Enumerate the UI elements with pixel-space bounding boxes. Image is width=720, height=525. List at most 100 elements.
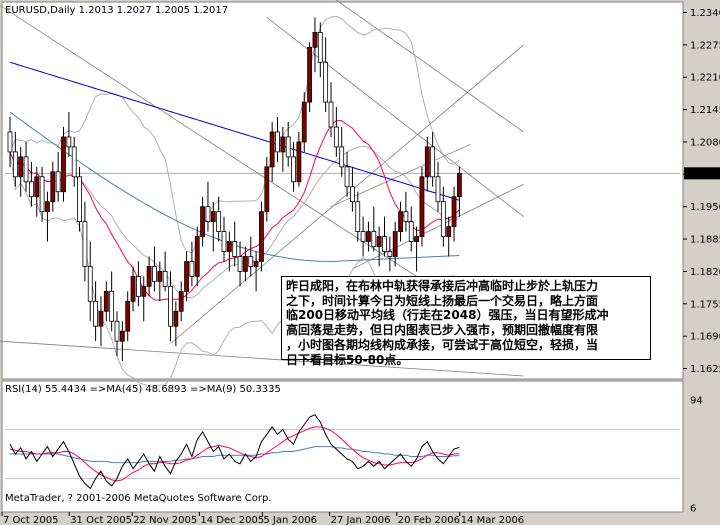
candle-body — [424, 146, 430, 178]
time-tick-label: 31 Oct 2005 — [70, 515, 132, 525]
candle-body — [146, 266, 152, 287]
candle-body — [152, 266, 157, 282]
annotation-line: 之下，时间计算今日为短线上扬最后一个交易日，略上方面 — [286, 293, 599, 308]
candle-body — [371, 231, 377, 247]
candle-body — [285, 136, 291, 158]
candle-body — [259, 211, 264, 262]
candle-body — [366, 231, 371, 242]
candle-body — [173, 310, 179, 327]
time-tick-label: 7 Oct 2005 — [3, 515, 58, 525]
candle-body — [135, 276, 141, 297]
candle-body — [216, 211, 222, 232]
candle-body — [440, 201, 446, 237]
candle-body — [12, 151, 18, 178]
price-tick-label: 1.1690 — [690, 332, 720, 343]
candle-body — [205, 206, 211, 223]
candle-body — [178, 290, 184, 312]
candle-body — [130, 276, 136, 302]
candle-body — [141, 285, 147, 297]
candle-body — [414, 236, 420, 242]
candle-body — [66, 136, 72, 148]
candle-body — [403, 211, 409, 223]
annotation-line: 日下看目标50-80点。 — [286, 352, 409, 367]
candle-body — [269, 131, 275, 168]
candle-body — [55, 171, 61, 193]
price-tick-label: 1.1950 — [690, 202, 720, 213]
chart-window: 1.23401.22751.22101.21451.20801.20151.19… — [0, 0, 720, 525]
candle-body — [408, 221, 414, 242]
time-tick-label: 20 Feb 2006 — [398, 515, 460, 525]
rsi-info: RSI(14) 55.4434 =>MA(45) 48.6893 =>MA(9)… — [5, 384, 281, 395]
candle-body — [162, 271, 168, 287]
candle-body — [93, 300, 98, 327]
price-tick-label: 1.1625 — [690, 364, 720, 375]
time-tick-label: 14 Mar 2006 — [461, 515, 524, 525]
annotation-line: ，小时图各期均线构成承接，可尝试于高位短空，轻损，当 — [286, 337, 599, 352]
candle-body — [291, 156, 296, 183]
candle-body — [430, 146, 436, 178]
price-tick-label: 1.2275 — [690, 40, 720, 51]
current-price-label: 1.2017 — [688, 169, 720, 180]
time-tick-label: 5 Jan 2006 — [263, 515, 317, 525]
candle-body — [61, 136, 66, 193]
copyright-text: MetaTrader, ? 2001-2006 MetaQuotes Softw… — [5, 493, 271, 504]
price-tick-label: 1.2340 — [690, 8, 720, 19]
candle-body — [360, 231, 366, 242]
candle-body — [98, 310, 104, 327]
candle-body — [248, 256, 254, 267]
price-tick-label: 1.1820 — [690, 267, 720, 278]
price-tick-label: 1.2210 — [690, 73, 720, 84]
symbol-info: EURUSD,Daily 1.2013 1.2027 1.2005 1.2017 — [5, 5, 228, 16]
candle-body — [280, 136, 286, 153]
candle-body — [242, 256, 248, 272]
candle-body — [312, 31, 318, 48]
candle-body — [446, 226, 452, 237]
candle-body — [339, 146, 345, 168]
candle-body — [237, 256, 243, 272]
time-tick-label: 14 Dec 2005 — [200, 515, 264, 525]
candle-body — [77, 176, 82, 223]
time-tick-label: 22 Nov 2005 — [133, 515, 197, 525]
candle-body — [39, 176, 45, 213]
price-tick-label: 1.1755 — [690, 299, 720, 310]
candle-body — [168, 285, 173, 327]
candle-body — [392, 231, 398, 257]
candle-body — [301, 101, 307, 143]
candle-body — [355, 201, 361, 232]
analysis-annotation: 昨日成阳，在布林中轨获得承接后冲高临时止步於上轨压力 之下，时间计算今日为短线上… — [281, 276, 651, 367]
candle-body — [349, 186, 355, 203]
candle-body — [189, 261, 195, 277]
candle-body — [419, 176, 425, 237]
candle-body — [210, 211, 216, 223]
candle-body — [344, 166, 350, 188]
candle-body — [18, 156, 24, 178]
candle-body — [317, 31, 323, 63]
candle-body — [200, 206, 206, 237]
candle-body — [307, 46, 313, 103]
annotation-line: 临200日移动平均线（行走在2048）强压，当日有望形成冲 — [286, 308, 609, 323]
candle-body — [109, 290, 115, 322]
candle-body — [435, 176, 441, 203]
candle-body — [226, 241, 232, 252]
candle-body — [253, 261, 259, 267]
candle-body — [103, 290, 109, 312]
price-tick-label: 1.2145 — [690, 105, 720, 116]
candle-body — [87, 266, 93, 302]
candle-body — [221, 231, 227, 252]
annotation-line: 高回落是走势，但日内图表已步入强市，预期回撤幅度有限 — [286, 323, 599, 338]
rsi-tick-label: 6 — [690, 504, 696, 515]
candle-body — [28, 181, 34, 198]
candle-body — [264, 166, 270, 213]
price-tick-label: 1.2080 — [690, 137, 720, 148]
candle-body — [82, 221, 88, 267]
candle-body — [157, 271, 163, 282]
candle-body — [296, 141, 302, 183]
price-tick-label: 1.1885 — [690, 235, 720, 246]
candle-body — [376, 236, 382, 247]
candle-body — [323, 61, 329, 103]
rsi-tick-label: 94 — [690, 396, 703, 407]
candle-body — [45, 201, 50, 213]
candle-body — [71, 146, 77, 178]
candle-body — [398, 211, 403, 232]
candle-body — [114, 320, 120, 342]
